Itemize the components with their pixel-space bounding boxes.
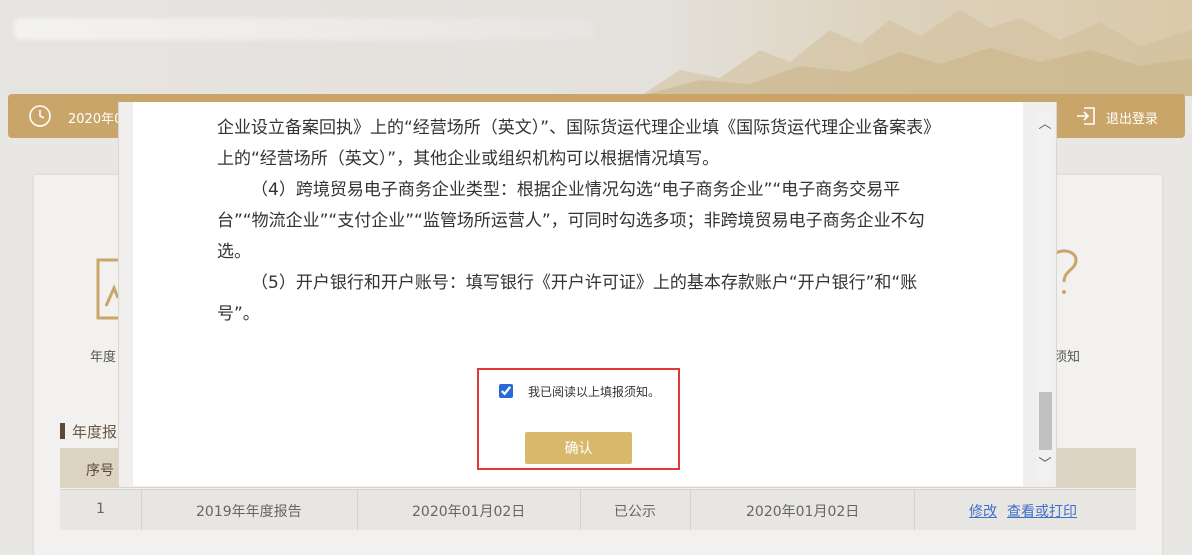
- column-divider: [141, 489, 142, 530]
- logout-link[interactable]: 退出登录: [1106, 108, 1158, 127]
- notice-paragraph-3-tail: 企业设立备案回执》上的“经营场所（英文）”、国际货运代理企业填《国际货运代理企业…: [217, 118, 941, 169]
- edit-link[interactable]: 修改: [969, 501, 997, 521]
- card-notice-label[interactable]: 须知: [1054, 346, 1080, 365]
- chevron-down-icon[interactable]: ﹀: [1038, 458, 1052, 472]
- agree-label[interactable]: 我已阅读以上填报须知。: [528, 383, 660, 400]
- scrollbar-thumb[interactable]: [1039, 392, 1052, 450]
- clock-icon: [29, 105, 51, 127]
- site-title-blurred: [14, 18, 594, 40]
- notice-paragraph-5: （5）开户银行和开户账号：填写银行《开户许可证》上的基本存款账户“开户银行”和“…: [217, 273, 918, 324]
- chevron-up-icon[interactable]: ︿: [1038, 118, 1052, 132]
- logout-icon[interactable]: [1074, 104, 1098, 128]
- table-header-seq: 序号: [86, 463, 114, 479]
- column-divider: [580, 489, 581, 530]
- current-date: 2020年0: [68, 112, 123, 127]
- cell-report-name: 2019年年度报告: [196, 504, 302, 520]
- column-divider: [690, 489, 691, 530]
- notice-text: （3）经营场所（英文）：对外贸易经营者填《对外贸易经营者 企业设立备案回执》上的…: [217, 102, 947, 330]
- notice-paragraph-4: （4）跨境贸易电子商务企业类型：根据企业情况勾选“电子商务企业”“电子商务交易平…: [217, 180, 925, 262]
- cell-seq: 1: [96, 501, 105, 517]
- cell-status: 已公示: [614, 504, 656, 520]
- card-annual-report-label[interactable]: 年度: [90, 346, 116, 365]
- view-print-link[interactable]: 查看或打印: [1007, 501, 1077, 521]
- agree-checkbox[interactable]: [499, 384, 513, 398]
- section-title: 年度报: [72, 423, 118, 441]
- section-marker: [60, 423, 65, 439]
- column-divider: [357, 489, 358, 530]
- cell-publish-date: 2020年01月02日: [746, 504, 860, 520]
- clipped-line: （3）经营场所（英文）：对外贸易经营者填《对外贸易经营者: [217, 102, 947, 113]
- confirm-button[interactable]: 确认: [525, 432, 632, 464]
- column-divider: [914, 489, 915, 530]
- cell-submit-date: 2020年01月02日: [412, 504, 526, 520]
- mountain-landscape-image: [640, 10, 1192, 96]
